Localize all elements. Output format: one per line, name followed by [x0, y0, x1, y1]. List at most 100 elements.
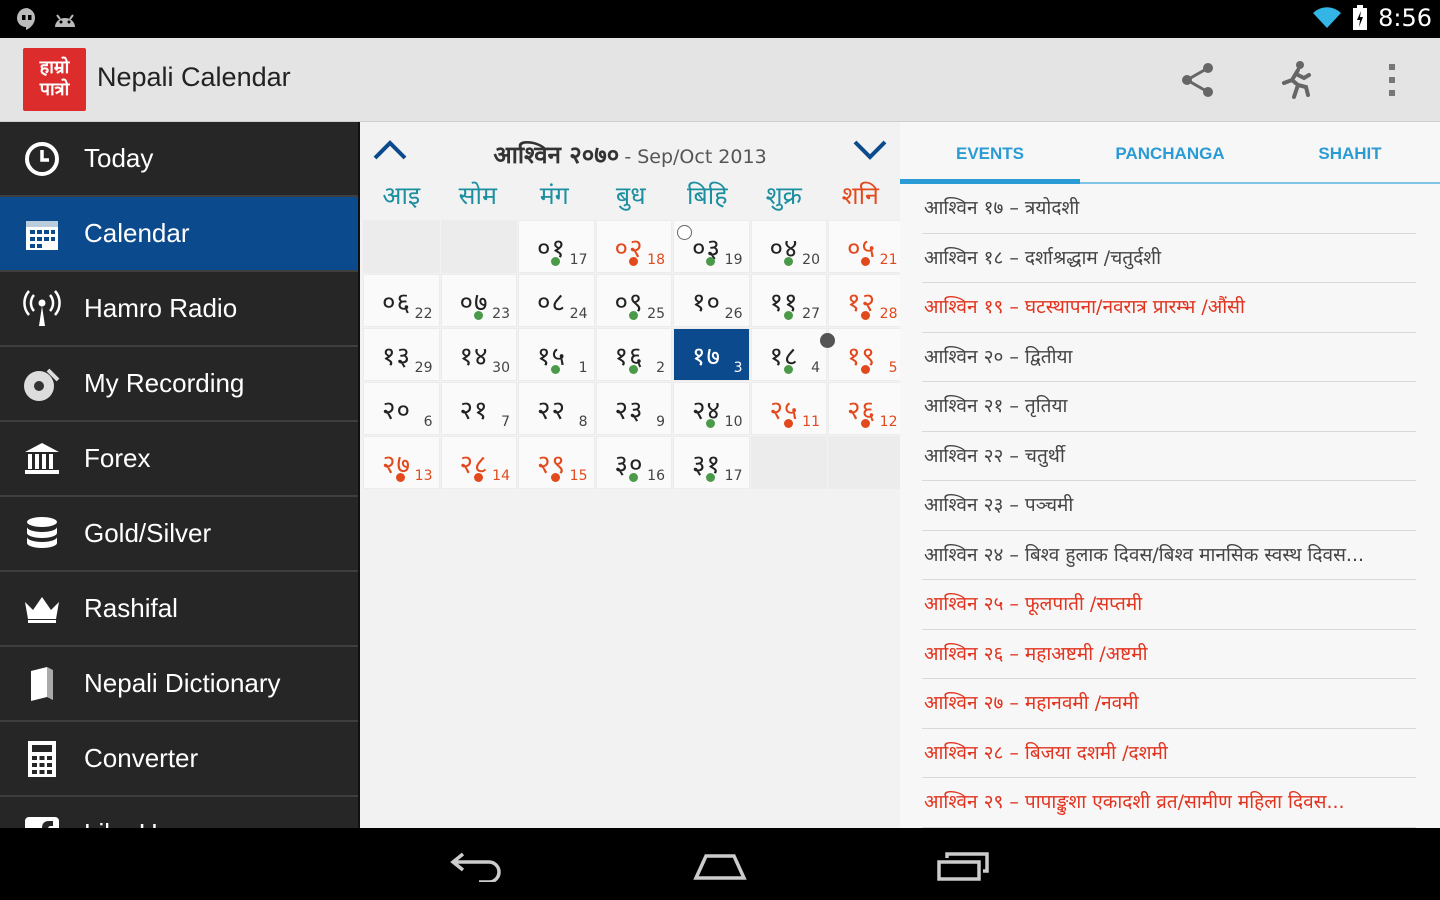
list-item[interactable]: आश्विन २७ – महानवमी /नवमी — [922, 679, 1416, 729]
sidebar-item-nepali-dictionary[interactable]: Nepali Dictionary — [0, 647, 358, 722]
list-item[interactable]: आश्विन २१ – तृतिया — [922, 382, 1416, 432]
english-date: 2 — [656, 360, 665, 376]
english-date: 20 — [802, 252, 820, 268]
weekday-header: आइ सोम मंग बुध बिहि शुक्र शनि — [363, 178, 899, 218]
calendar-day[interactable]: २४ 10 — [673, 382, 750, 435]
home-button[interactable] — [685, 846, 755, 886]
list-item[interactable]: आश्विन २८ – बिजया दशमी /दशमी — [922, 729, 1416, 778]
action-bar: हाम्रो पात्रो Nepali Calendar — [0, 38, 1440, 122]
english-date: 13 — [414, 468, 433, 484]
calendar-day[interactable]: ०८ 24 — [518, 274, 595, 327]
calendar-day[interactable]: ०५ 21 — [828, 220, 905, 273]
calendar-day[interactable]: २७ 13 — [363, 436, 440, 489]
calendar-day[interactable]: २१ 7 — [440, 382, 517, 435]
calendar-day[interactable]: १२ 28 — [828, 274, 905, 327]
app-logo[interactable]: हाम्रो पात्रो — [23, 48, 86, 111]
english-date: 15 — [569, 468, 588, 484]
english-date: 24 — [569, 306, 588, 322]
recents-button[interactable] — [928, 846, 998, 886]
tab-events[interactable]: EVENTS — [900, 122, 1080, 184]
sidebar-item-rashifal[interactable]: Rashifal — [0, 572, 358, 647]
event-list: आश्विन १७ – त्रयोदशी आश्विन १८ – दर्शाश्र… — [922, 184, 1416, 828]
calendar-day[interactable]: २५ 11 — [750, 382, 827, 435]
share-button[interactable] — [1176, 58, 1220, 102]
sidebar-item-hamro-radio[interactable]: Hamro Radio — [0, 272, 358, 347]
calendar-day[interactable]: १३ 29 — [363, 328, 440, 381]
sidebar-item-gold-silver[interactable]: Gold/Silver — [0, 497, 358, 572]
navigation-drawer: Today Calendar Hamro Radio My Recording Fore… — [0, 122, 360, 828]
list-item[interactable]: आश्विन २३ – पञ्चमी — [922, 481, 1416, 531]
list-item[interactable]: आश्विन २२ – चतुर्थी — [922, 432, 1416, 481]
logo-line-2: पात्रो — [39, 79, 70, 100]
list-item[interactable]: आश्विन १८ – दर्शाश्रद्धाम /चतुर्दशी — [922, 234, 1416, 283]
calendar-day[interactable]: ३० 16 — [595, 436, 672, 489]
sidebar-item-label: Converter — [84, 743, 199, 773]
event-dot-icon — [706, 419, 715, 428]
calendar-day[interactable]: १४ 30 — [440, 328, 517, 381]
clock-icon — [22, 139, 62, 179]
calendar-day[interactable]: १६ 2 — [595, 328, 672, 381]
event-dot-icon — [706, 257, 715, 266]
sidebar-item-my-recording[interactable]: My Recording — [0, 347, 358, 422]
calendar-day[interactable]: २३ 9 — [595, 382, 672, 435]
calendar-day[interactable]: ०३ 19 — [673, 220, 750, 273]
calendar-day[interactable]: २९ 15 — [518, 436, 595, 489]
weekday-label: शुक्र — [765, 181, 802, 210]
calendar-day[interactable]: ११ 27 — [750, 274, 827, 327]
english-date: 4 — [811, 360, 820, 376]
app-title: Nepali Calendar — [97, 62, 291, 92]
calendar-day[interactable]: ०६ 22 — [363, 274, 440, 327]
list-item[interactable]: आश्विन १७ – त्रयोदशी — [922, 184, 1416, 234]
calendar-day[interactable]: ०४ 20 — [750, 220, 827, 273]
list-item[interactable]: आश्विन २० – द्वितीया — [922, 333, 1416, 382]
calendar-day[interactable]: २८ 14 — [440, 436, 517, 489]
event-dot-icon — [473, 311, 483, 320]
nepali-date: १४ — [459, 342, 489, 372]
calendar-day[interactable]: २० 6 — [363, 382, 440, 435]
calendar-day[interactable]: ०१ 17 — [518, 220, 595, 273]
sidebar-item-calendar[interactable]: Calendar — [0, 197, 358, 272]
app-root: 8:56 हाम्रो पात्रो Nepali Calendar Today… — [0, 0, 1440, 900]
exit-button[interactable] — [1274, 58, 1318, 102]
calendar-day[interactable]: २६ 12 — [828, 382, 905, 435]
english-date: 26 — [724, 306, 743, 322]
weekday-label: आइ — [382, 181, 421, 210]
sidebar-item-label: Gold/Silver — [84, 518, 212, 548]
calendar-day[interactable]: ०२ 18 — [595, 220, 672, 273]
sidebar-item-label: Rashifal — [84, 593, 178, 623]
list-item[interactable]: आश्विन २६ – महाअष्टमी /अष्टमी — [922, 630, 1416, 679]
back-button[interactable] — [442, 846, 512, 886]
calendar-day[interactable]: ०९ 25 — [595, 274, 672, 327]
next-month-button[interactable] — [848, 132, 892, 168]
english-date: 14 — [492, 468, 510, 484]
nepali-date: ०८ — [537, 288, 567, 318]
recent-apps-icon — [937, 852, 989, 881]
sidebar-item-converter[interactable]: Converter — [0, 722, 358, 797]
tab-shahit[interactable]: SHAHIT — [1260, 122, 1440, 182]
calendar-day[interactable]: १९ 5 — [820, 328, 905, 381]
calendar-day[interactable]: १५ 1 — [518, 328, 595, 381]
new-moon-icon — [677, 225, 692, 240]
calendar-day[interactable]: २२ 8 — [518, 382, 595, 435]
calendar-day-today[interactable]: १७ 3 — [673, 328, 750, 381]
english-date: 1 — [578, 360, 588, 376]
weekday-label: सोम — [458, 181, 497, 210]
sidebar-item-like-us[interactable]: Like Us — [0, 797, 358, 828]
calendar-day[interactable]: १८ 4 — [750, 328, 827, 381]
month-title-nepali: आश्विन २०७० — [493, 141, 620, 169]
list-item[interactable]: आश्विन २९ – पापाङ्कुशा एकादशी व्रत/सामीण… — [922, 778, 1416, 828]
calendar-day[interactable]: ३१ 17 — [673, 436, 750, 489]
list-item[interactable]: आश्विन २५ – फूलपाती /सप्तमी — [922, 580, 1416, 630]
english-date: 28 — [879, 306, 898, 322]
calendar-day[interactable]: १० 26 — [673, 274, 750, 327]
list-item[interactable]: आश्विन १९ – घटस्थापना/नवरात्र प्रारम्भ /… — [922, 283, 1416, 333]
sidebar-item-forex[interactable]: Forex — [0, 422, 358, 497]
overflow-menu-button[interactable] — [1370, 58, 1414, 102]
event-dot-icon — [396, 473, 405, 482]
english-date: 30 — [492, 360, 510, 376]
calendar-day[interactable]: ०७ 23 — [440, 274, 517, 327]
tab-panchanga[interactable]: PANCHANGA — [1080, 122, 1260, 182]
list-item[interactable]: आश्विन २४ – बिश्व हुलाक दिवस/बिश्व मानसि… — [922, 531, 1416, 580]
sidebar-item-today[interactable]: Today — [0, 122, 358, 197]
english-date: 5 — [888, 360, 898, 376]
